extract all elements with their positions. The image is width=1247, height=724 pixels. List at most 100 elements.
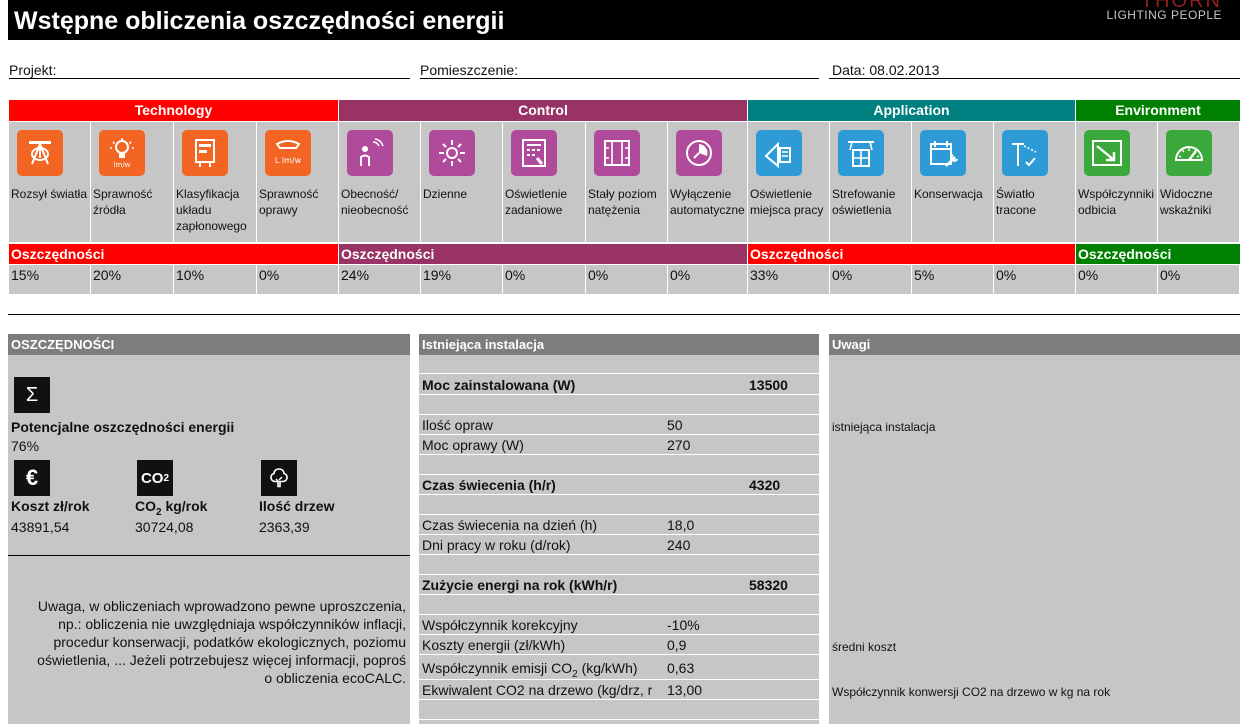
factor-label: Obecność/ nieobecność — [341, 187, 409, 217]
energy-row: Zużycie energi na rok (kWh/r) 58320 — [419, 576, 819, 595]
wasted-light-icon — [1002, 130, 1048, 176]
co2-value: 30724,08 — [135, 519, 194, 535]
reflectance-icon — [1084, 130, 1130, 176]
factor-label: Światło tracone — [996, 187, 1037, 217]
category-technology: Technology — [9, 100, 338, 121]
table-row — [419, 396, 819, 415]
luminaire-power-row: Moc oprawy (W) 270 — [419, 436, 819, 455]
factor-saving: 15% — [9, 265, 91, 294]
co2-icon: CO 2 — [137, 460, 173, 496]
table-row — [419, 496, 819, 515]
factor-saving: 33% — [748, 265, 830, 294]
tree-conversion-note: Współczynnik konwersji CO2 na drzewo w k… — [832, 685, 1111, 699]
table-row — [419, 355, 819, 374]
existing-installation-note: istniejąca instalacja — [832, 420, 936, 434]
factor-cell[interactable]: Wyłączenie automatyczne — [668, 122, 748, 242]
burn-time-row: Czas świecenia (h/r) 4320 — [419, 476, 819, 495]
average-cost-note: średni koszt — [832, 640, 897, 654]
room-field[interactable]: Pomieszczenie: — [420, 61, 819, 79]
trees-value: 2363,39 — [259, 519, 310, 535]
savings-header-technology: Oszczędności — [9, 244, 338, 264]
factor-cell[interactable]: Oświetlenie zadaniowe — [503, 122, 586, 242]
remarks-heading: Uwagi — [829, 334, 1240, 355]
factor-label: Widoczne wskaźniki — [1160, 187, 1213, 217]
factor-cell[interactable]: Strefowanie oświetlenia — [830, 122, 912, 242]
factor-cell[interactable]: Rozsył światła — [9, 122, 91, 242]
factor-label: Sprawność źródła — [93, 187, 153, 217]
factor-cell[interactable]: Stały poziom natężenia — [586, 122, 668, 242]
potential-savings-label: Potencjalne oszczędności energii — [11, 419, 235, 435]
installed-power-row: Moc zainstalowana (W) 13500 — [419, 376, 819, 395]
factor-saving: 0% — [830, 265, 912, 294]
cost-value: 43891,54 — [11, 519, 70, 535]
sigma-icon: Σ — [14, 377, 50, 413]
summary-heading: OSZCZĘDNOŚCI — [8, 334, 410, 355]
installation-panel: Istniejąca instalacja Moc zainstalowana … — [419, 334, 819, 724]
category-control: Control — [339, 100, 747, 121]
tree-icon — [261, 460, 297, 496]
trees-label: Ilość drzew — [259, 498, 335, 514]
factor-cell[interactable]: lm/w Sprawność źródła — [91, 122, 174, 242]
factor-cell[interactable]: Współczynniki odbicia — [1076, 122, 1158, 242]
factor-label: Wyłączenie automatyczne — [670, 187, 745, 217]
co2-label: CO2 kg/rok — [135, 498, 208, 518]
factor-label: Współczynniki odbicia — [1078, 187, 1155, 217]
date-label: Data: 08.02.2013 — [832, 62, 940, 78]
category-environment: Environment — [1076, 100, 1240, 121]
zoning-icon — [838, 130, 884, 176]
daily-time-row: Czas świecenia na dzień (h) 18,0 — [419, 516, 819, 535]
euro-icon: € — [14, 460, 50, 496]
factor-saving: 0% — [994, 265, 1076, 294]
factor-cell[interactable]: Dzienne — [421, 122, 503, 242]
factor-label: Stały poziom natężenia — [588, 187, 657, 217]
factor-cell[interactable]: Klasyfikacja układu zapłonowego — [174, 122, 257, 242]
project-field[interactable]: Projekt: — [9, 61, 410, 79]
factor-saving: 20% — [91, 265, 174, 294]
room-label: Pomieszczenie: — [420, 62, 519, 78]
table-row — [419, 701, 819, 720]
lamp-efficiency-icon: lm/w — [99, 130, 145, 176]
factor-label: Sprawność oprawy — [259, 187, 319, 217]
factor-saving: 0% — [1158, 265, 1240, 294]
factor-saving: 5% — [912, 265, 994, 294]
factor-cell[interactable]: Widoczne wskaźniki — [1158, 122, 1240, 242]
energy-cost-row: Koszty energii (zł/kWh) 0,9 — [419, 636, 819, 655]
tree-equivalent-row: Ekwiwalent CO2 na drzewo (kg/drz, r 13,00 — [419, 681, 819, 700]
factor-label: Dzienne — [423, 187, 468, 201]
factor-label: Strefowanie oświetlenia — [832, 187, 896, 217]
title-bar: Wstępne obliczenia oszczędności energii … — [8, 0, 1240, 40]
page-title: Wstępne obliczenia oszczędności energii — [14, 7, 505, 35]
summary-divider — [8, 555, 410, 556]
task-lighting-icon — [511, 130, 557, 176]
factor-cell[interactable]: Obecność/ nieobecność — [339, 122, 421, 242]
table-row — [419, 596, 819, 615]
remarks-panel: Uwagi istniejąca instalacja średni koszt… — [829, 334, 1240, 724]
factor-cell[interactable]: Światło tracone — [994, 122, 1076, 242]
svg-text:L lm/w: L lm/w — [275, 156, 302, 165]
installation-heading: Istniejąca instalacja — [419, 334, 819, 355]
emission-row: Współczynnik emisji CO2 (kg/kWh) 0,63 — [419, 656, 819, 680]
ballast-class-icon — [182, 130, 228, 176]
luminaires-row: Ilość opraw 50 — [419, 416, 819, 435]
luminaire-efficiency-icon: L lm/w — [265, 130, 311, 176]
factor-saving: 10% — [174, 265, 257, 294]
date-field[interactable]: Data: 08.02.2013 — [829, 61, 1240, 79]
factor-label: Rozsył światła — [11, 187, 88, 201]
cost-label: Koszt zł/rok — [11, 498, 90, 514]
disclaimer-text: Uwaga, w obliczeniach wprowadzono pewne … — [37, 598, 406, 686]
factor-label: Klasyfikacja układu zapłonowego — [176, 187, 247, 233]
project-label: Projekt: — [9, 62, 57, 78]
factor-cell[interactable]: Konserwacja — [912, 122, 994, 242]
factor-cell[interactable]: L lm/w Sprawność oprawy — [257, 122, 339, 242]
factor-saving: 0% — [1076, 265, 1158, 294]
table-row — [419, 556, 819, 575]
factor-cell[interactable]: Oświetlenie miejsca pracy — [748, 122, 830, 242]
light-distribution-icon — [17, 130, 63, 176]
maintenance-icon — [920, 130, 966, 176]
visible-meter-icon — [1166, 130, 1212, 176]
factor-saving: 0% — [503, 265, 586, 294]
factor-saving: 0% — [257, 265, 339, 294]
auto-off-clock-icon — [676, 130, 722, 176]
savings-header-environment: Oszczędności — [1076, 244, 1240, 264]
factor-saving: 24% — [339, 265, 421, 294]
